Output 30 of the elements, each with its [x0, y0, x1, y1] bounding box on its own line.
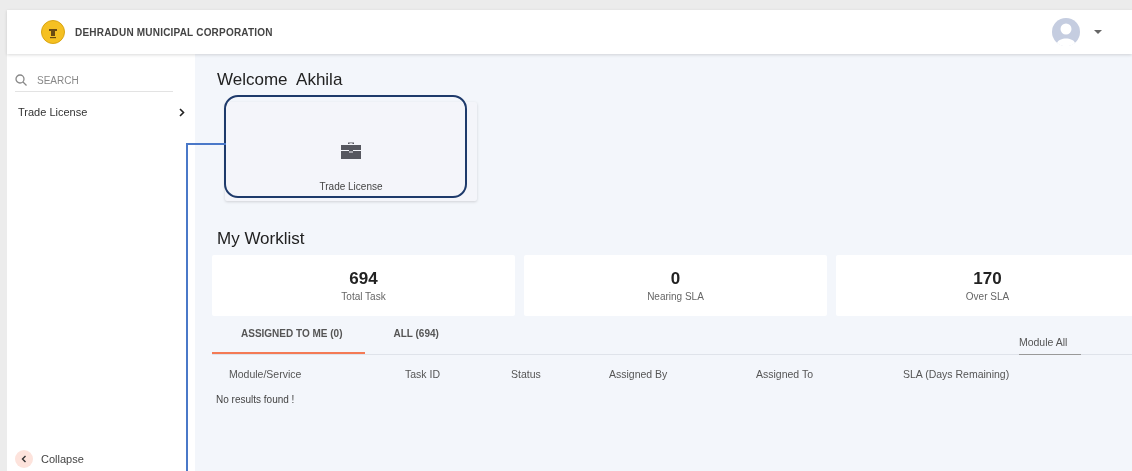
module-label: Trade License	[319, 181, 383, 192]
welcome-heading: Welcome Akhila	[217, 70, 344, 90]
stat-value: 694	[349, 269, 378, 289]
stat-value: 0	[670, 269, 681, 289]
column-header: Assigned By	[609, 368, 669, 380]
column-header: Status	[511, 368, 542, 380]
stat-label: Nearing SLA	[647, 291, 704, 302]
module-dropdown[interactable]: Module All	[1018, 336, 1082, 355]
module-card[interactable]: Trade License	[225, 102, 477, 201]
collapse-button[interactable]	[15, 450, 33, 468]
chevron-icon[interactable]	[179, 107, 185, 117]
sidebar-item[interactable]: Trade License	[18, 106, 88, 118]
tab[interactable]: ALL (694)	[364, 328, 461, 354]
empty-message: No results found !	[216, 394, 296, 405]
column-header: Task ID	[405, 368, 441, 380]
chevron-left-icon[interactable]	[20, 455, 28, 463]
collapse-label[interactable]: Collapse	[41, 453, 84, 465]
search-icon	[15, 74, 27, 86]
column-header: Assigned To	[756, 368, 814, 380]
column-header: Module/Service	[229, 368, 303, 380]
tab[interactable]: ASSIGNED TO ME (0)	[212, 328, 365, 354]
section-heading: My Worklist	[217, 229, 306, 249]
corporation-name: DEHRADUN MUNICIPAL CORPORATION	[75, 26, 273, 38]
caret-icon[interactable]	[1094, 30, 1102, 34]
stat-label: Total Task	[341, 291, 386, 302]
stat-value: 170	[973, 269, 1002, 289]
briefcase-icon	[341, 141, 361, 159]
stat-label: Over SLA	[965, 291, 1010, 302]
column-header: SLA (Days Remaining)	[903, 368, 1011, 380]
emblem-logo	[41, 20, 65, 44]
